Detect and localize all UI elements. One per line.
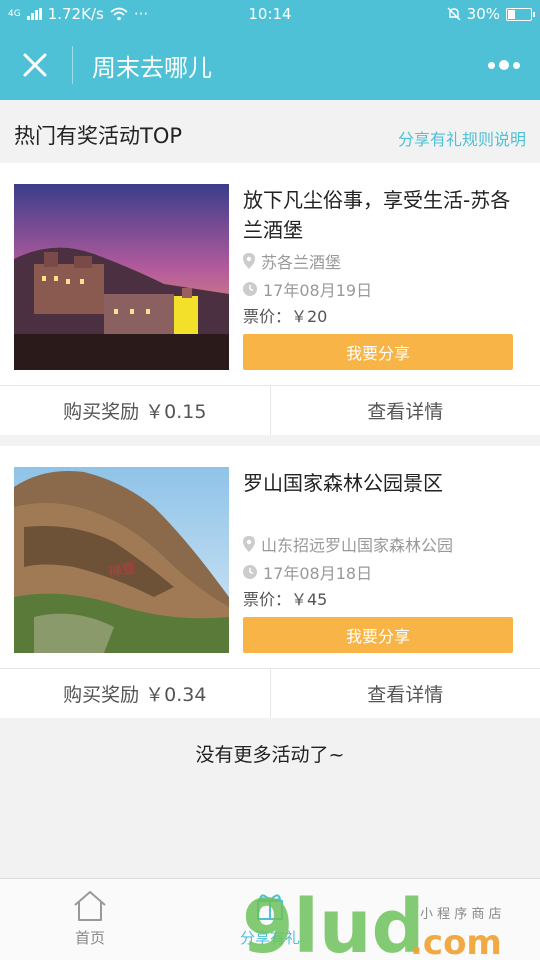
battery-percent: 30% (466, 5, 500, 23)
view-details-button[interactable]: 查看详情 (269, 386, 540, 435)
activity-date: 17年08月18日 (243, 560, 515, 584)
status-right: 30% (447, 5, 535, 23)
more-dots-icon (488, 60, 520, 70)
activity-price: 票价：￥20 (243, 307, 328, 326)
purchase-reward: 购买奖励 ￥0.34 (63, 684, 207, 706)
section-header: 热门有奖活动TOP 分享有礼规则说明 (0, 100, 540, 162)
activity-image-castle[interactable] (14, 184, 229, 370)
activity-date: 17年08月19日 (243, 277, 515, 301)
activity-image-mountain[interactable]: 禅意 (14, 467, 229, 653)
clock-icon (243, 565, 257, 579)
svg-text:9lud: 9lud (242, 884, 425, 960)
activity-card-footer: 购买奖励 ￥0.34 查看详情 (0, 668, 540, 718)
nav-item-home[interactable]: 首页 (30, 889, 150, 948)
share-button[interactable]: 我要分享 (243, 334, 513, 370)
home-icon (74, 891, 106, 921)
date-text: 17年08月18日 (263, 564, 373, 583)
activity-info: 罗山国家森林公园景区 山东招远罗山国家森林公园 17年08月18日 票价：￥45 (243, 468, 515, 610)
activity-title: 罗山国家森林公园景区 (243, 471, 443, 495)
no-more-activities-text: 没有更多活动了~ (195, 744, 345, 766)
activity-card-footer: 购买奖励 ￥0.15 查看详情 (0, 385, 540, 435)
watermark-logo: 9lud .com 小 程 序 商 店 (242, 884, 502, 960)
section-title: 热门有奖活动TOP (14, 124, 183, 148)
more-button[interactable] (486, 52, 522, 78)
svg-text:.com: .com (410, 923, 502, 960)
view-details-button[interactable]: 查看详情 (269, 669, 540, 718)
share-rules-link[interactable]: 分享有礼规则说明 (398, 126, 526, 150)
app-header: 周末去哪儿 (0, 30, 540, 100)
svg-text:小 程 序 商 店: 小 程 序 商 店 (420, 907, 502, 922)
close-button[interactable] (16, 46, 54, 84)
activity-price: 票价：￥45 (243, 590, 328, 609)
alarm-off-icon (447, 7, 461, 21)
purchase-reward: 购买奖励 ￥0.15 (63, 401, 207, 423)
page-title: 周末去哪儿 (92, 54, 212, 82)
activity-card: 禅意 罗山国家森林公园景区 山东招远罗山国家森林公园 17年08月18日 票价：… (0, 446, 540, 718)
header-divider (72, 46, 73, 84)
battery-icon (506, 7, 535, 21)
activity-info: 放下凡尘俗事，享受生活-苏各兰酒堡 苏各兰酒堡 17年08月19日 票价：￥20 (243, 185, 515, 327)
activity-card-main[interactable]: 放下凡尘俗事，享受生活-苏各兰酒堡 苏各兰酒堡 17年08月19日 票价：￥20… (0, 163, 540, 385)
clock-icon (243, 282, 257, 296)
date-text: 17年08月19日 (263, 281, 373, 300)
activity-title: 放下凡尘俗事，享受生活-苏各兰酒堡 (243, 188, 511, 242)
activity-location: 山东招远罗山国家森林公园 (243, 532, 515, 556)
activity-card-main[interactable]: 禅意 罗山国家森林公园景区 山东招远罗山国家森林公园 17年08月18日 票价：… (0, 446, 540, 668)
activity-card: 放下凡尘俗事，享受生活-苏各兰酒堡 苏各兰酒堡 17年08月19日 票价：￥20… (0, 163, 540, 435)
location-pin-icon (243, 253, 255, 269)
close-icon (23, 53, 47, 77)
share-button[interactable]: 我要分享 (243, 617, 513, 653)
status-bar: 4G 1.72K/s ··· 10:14 30% (0, 0, 540, 30)
location-pin-icon (243, 536, 255, 552)
location-text: 苏各兰酒堡 (261, 253, 342, 272)
nav-home-label: 首页 (74, 929, 105, 947)
location-text: 山东招远罗山国家森林公园 (261, 536, 454, 555)
activity-location: 苏各兰酒堡 (243, 249, 515, 273)
